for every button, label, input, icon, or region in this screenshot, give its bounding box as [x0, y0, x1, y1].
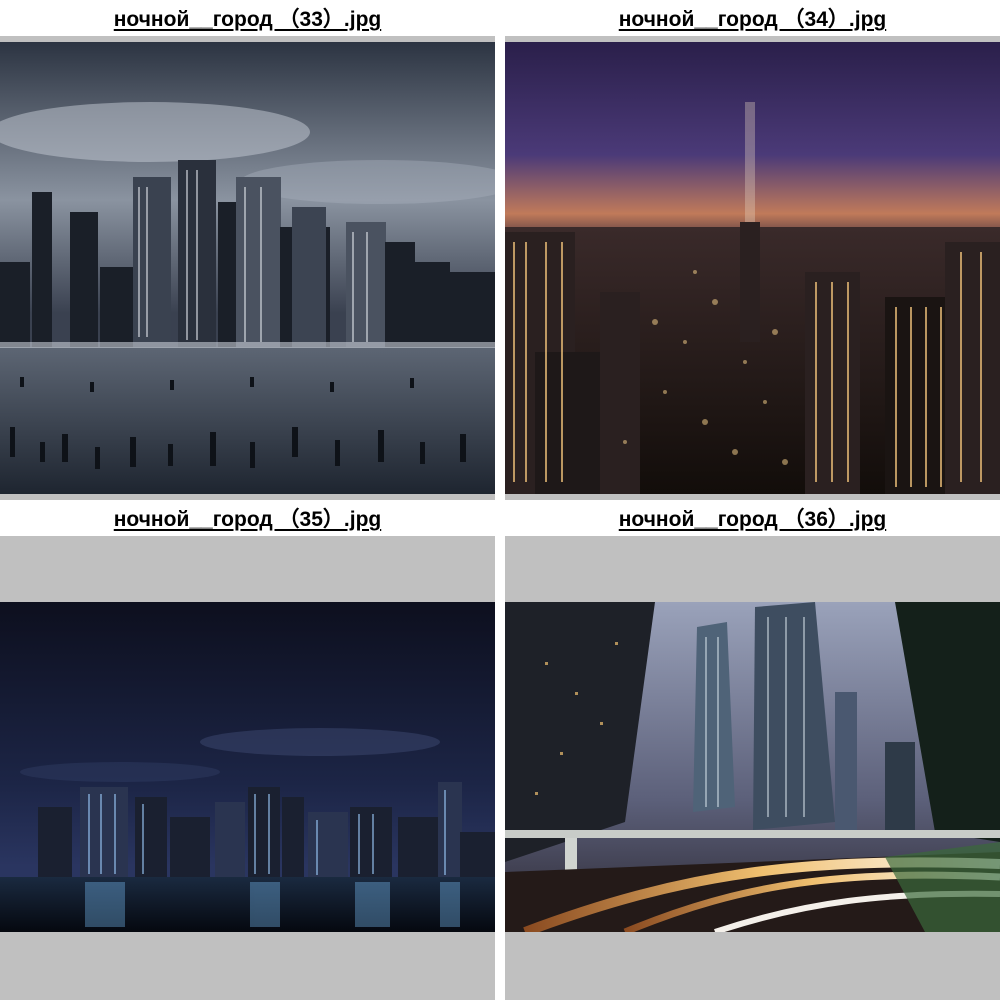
thumbnail-image[interactable] — [0, 602, 495, 932]
thumbnail-frame — [0, 36, 495, 500]
thumbnail-frame — [505, 36, 1000, 500]
file-name-link[interactable]: ночной__город （35）.jpg — [0, 500, 495, 536]
file-name-link[interactable]: ночной__город （36）.jpg — [505, 500, 1000, 536]
thumbnail-image[interactable] — [505, 602, 1000, 932]
gallery-item-33[interactable]: ночной__город （33）.jpg — [0, 0, 495, 500]
gallery-item-34[interactable]: ночной__город （34）.jpg — [505, 0, 1000, 500]
file-name-link[interactable]: ночной__город （33）.jpg — [0, 0, 495, 36]
thumbnail-image[interactable] — [0, 42, 495, 494]
thumbnail-frame — [505, 536, 1000, 1000]
thumbnail-frame — [0, 536, 495, 1000]
gallery-item-36[interactable]: ночной__город （36）.jpg — [505, 500, 1000, 1000]
thumbnail-image[interactable] — [505, 42, 1000, 494]
gallery-item-35[interactable]: ночной__город （35）.jpg — [0, 500, 495, 1000]
file-name-link[interactable]: ночной__город （34）.jpg — [505, 0, 1000, 36]
